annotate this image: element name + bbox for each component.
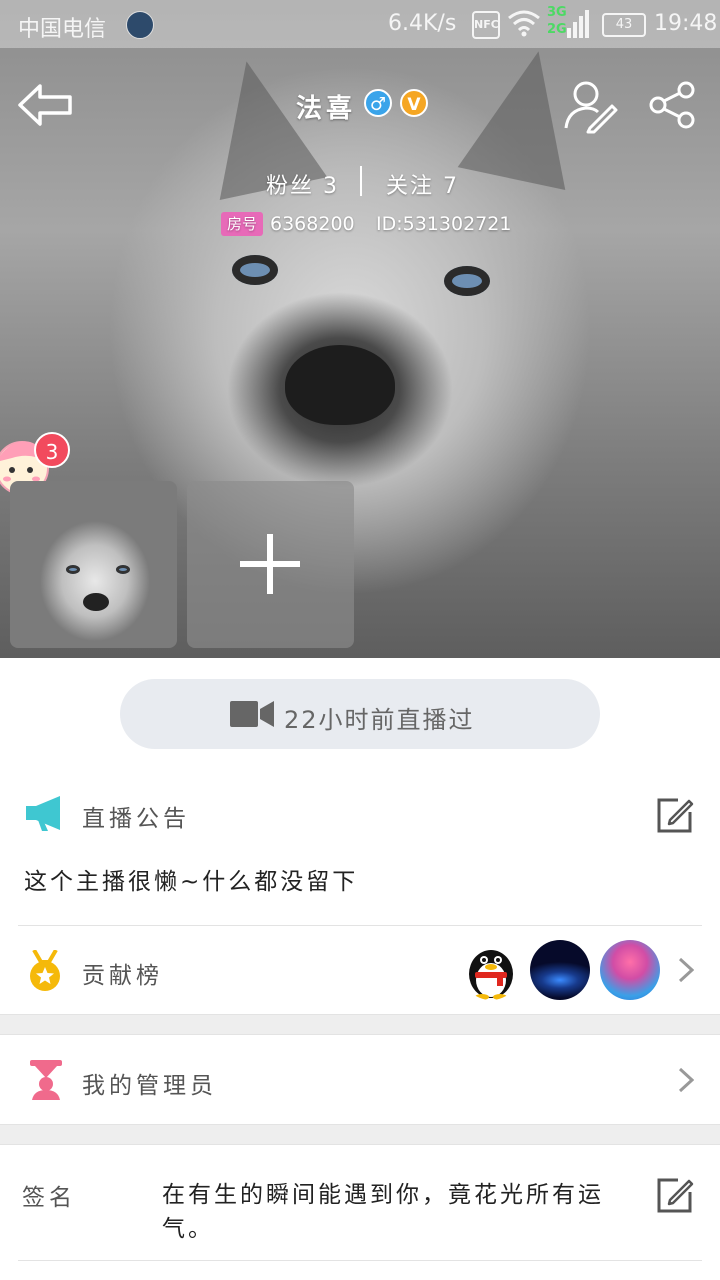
- chevron-right-icon: [678, 1067, 694, 1093]
- announcement-text: 这个主播很懒~什么都没留下: [24, 869, 359, 895]
- divider: [0, 1034, 720, 1035]
- signal-icon: [567, 10, 589, 38]
- medal-icon: [30, 950, 60, 991]
- megaphone-icon: [26, 796, 60, 831]
- contribution-title: 贡献榜: [82, 963, 163, 989]
- divider: [0, 1014, 720, 1015]
- follow-stats: 粉丝 3 关注 7: [0, 164, 720, 200]
- user-id: ID:531302721: [376, 213, 512, 235]
- notification-count-badge: 3: [34, 432, 70, 468]
- profile-photo-thumbnail[interactable]: [10, 481, 177, 648]
- carrier-name: 中国电信: [18, 17, 107, 42]
- back-button[interactable]: [16, 80, 76, 130]
- chevron-right-icon: [678, 957, 694, 983]
- nfc-icon: NFC: [472, 11, 500, 39]
- last-live-text: 22小时前直播过: [284, 706, 475, 734]
- wifi-icon: [508, 10, 540, 37]
- cover-photo-detail: [444, 266, 490, 296]
- network-speed: 6.4K/s: [388, 11, 457, 36]
- section-gap: [0, 1124, 720, 1144]
- profile-cover: 中国电信 6.4K/s NFC 3G 2G 43 19:48 法喜 ♂ V 粉丝…: [0, 0, 720, 658]
- contributor-avatar[interactable]: [461, 940, 521, 1000]
- divider: [18, 925, 702, 926]
- video-camera-icon: [230, 701, 274, 727]
- contributor-avatar[interactable]: [600, 940, 660, 1000]
- signature-text: 在有生的瞬间能遇到你，竟花光所有运气。: [162, 1182, 604, 1242]
- admins-title: 我的管理员: [82, 1073, 217, 1099]
- male-gender-icon: ♂: [364, 89, 392, 117]
- add-photo-button[interactable]: [187, 481, 354, 648]
- edit-signature-button[interactable]: [656, 1176, 694, 1214]
- following-count[interactable]: 关注 7: [386, 168, 459, 200]
- share-button[interactable]: [648, 80, 698, 130]
- contributor-avatar[interactable]: [530, 940, 590, 1000]
- stats-divider: [360, 166, 362, 196]
- cover-photo-detail: [232, 255, 278, 285]
- divider: [18, 1260, 702, 1261]
- room-info: 房号 6368200 ID:531302721: [0, 210, 720, 240]
- profile-username: 法喜: [296, 94, 357, 124]
- clock: 19:48: [654, 11, 718, 36]
- plus-icon: [240, 534, 300, 594]
- fans-count[interactable]: 粉丝 3: [266, 168, 339, 200]
- announcement-title: 直播公告: [82, 806, 190, 832]
- divider: [0, 1144, 720, 1145]
- room-number: 6368200: [270, 213, 355, 235]
- network-type-bottom: 2G: [547, 22, 567, 37]
- room-number-badge: 房号: [221, 212, 263, 236]
- edit-announcement-button[interactable]: [656, 796, 694, 834]
- divider: [0, 1124, 720, 1125]
- edit-profile-button[interactable]: [560, 76, 618, 134]
- network-type: 3G 2G: [547, 4, 567, 38]
- thumbnail-detail: [66, 565, 80, 574]
- status-bar: 中国电信 6.4K/s NFC 3G 2G 43 19:48: [0, 0, 720, 48]
- thumbnail-detail: [83, 593, 109, 611]
- cover-photo-detail: [285, 345, 395, 425]
- network-type-top: 3G: [547, 5, 567, 20]
- notification-avatar-icon: [126, 11, 154, 39]
- battery-icon: 43: [602, 13, 646, 37]
- last-live-status: 22小时前直播过: [120, 679, 600, 749]
- thumbnail-detail: [116, 565, 130, 574]
- penguin-icon: [469, 950, 513, 1000]
- signature-label: 签名: [22, 1185, 76, 1211]
- vip-badge-icon: V: [400, 89, 428, 117]
- section-gap: [0, 1014, 720, 1034]
- admin-icon: [30, 1060, 62, 1100]
